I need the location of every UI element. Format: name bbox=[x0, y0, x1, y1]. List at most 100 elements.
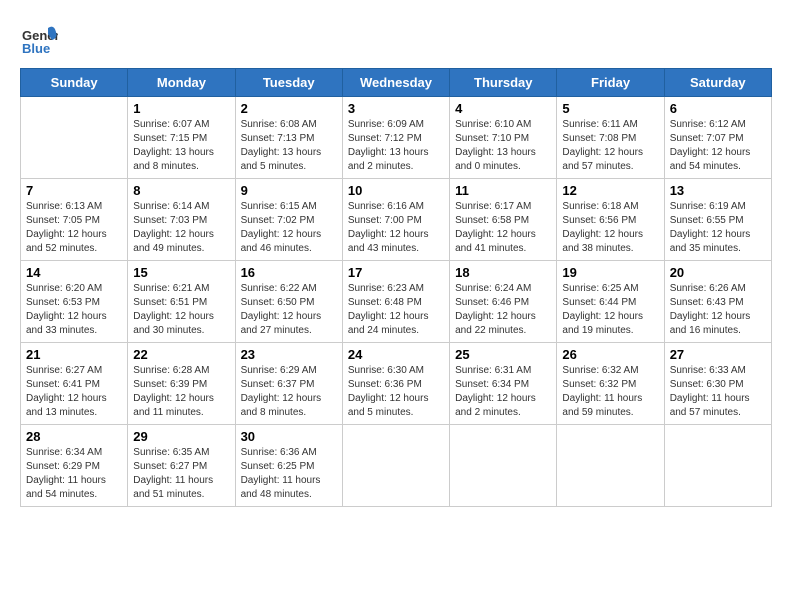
day-number: 11 bbox=[455, 183, 551, 198]
logo: General Blue bbox=[20, 20, 58, 58]
day-cell: 11 Sunrise: 6:17 AM Sunset: 6:58 PM Dayli… bbox=[450, 179, 557, 261]
day-cell: 15Sunrise: 6:21 AM Sunset: 6:51 PM Dayli… bbox=[128, 261, 235, 343]
day-info: Sunrise: 6:18 AM Sunset: 6:56 PM Dayligh… bbox=[562, 200, 658, 256]
day-info: Sunrise: 6:12 AM Sunset: 7:07 PM Dayligh… bbox=[670, 118, 766, 174]
day-number: 5 bbox=[562, 101, 658, 116]
day-number: 18 bbox=[455, 265, 551, 280]
day-cell: 10 Sunrise: 6:16 AM Sunset: 7:00 PM Dayli… bbox=[342, 179, 449, 261]
day-cell: 19 Sunrise: 6:25 AM Sunset: 6:44 PM Dayli… bbox=[557, 261, 664, 343]
day-cell: 9 Sunrise: 6:15 AM Sunset: 7:02 PM Daylig… bbox=[235, 179, 342, 261]
day-number: 24 bbox=[348, 347, 444, 362]
day-cell: 1 Sunrise: 6:07 AM Sunset: 7:15 PM Daylig… bbox=[128, 97, 235, 179]
day-number: 10 bbox=[348, 183, 444, 198]
day-info: Sunrise: 6:20 AM Sunset: 6:53 PM Dayligh… bbox=[26, 282, 122, 338]
day-number: 28 bbox=[26, 429, 122, 444]
day-info: Sunrise: 6:26 AM Sunset: 6:43 PM Dayligh… bbox=[670, 282, 766, 338]
weekday-header-monday: Monday bbox=[128, 69, 235, 97]
day-number: 22 bbox=[133, 347, 229, 362]
day-number: 29 bbox=[133, 429, 229, 444]
day-cell: 27 Sunrise: 6:33 AM Sunset: 6:30 PM Dayli… bbox=[664, 343, 771, 425]
day-info: Sunrise: 6:29 AM Sunset: 6:37 PM Dayligh… bbox=[241, 364, 337, 420]
day-cell: 17 Sunrise: 6:23 AM Sunset: 6:48 PM Dayli… bbox=[342, 261, 449, 343]
day-info: Sunrise: 6:10 AM Sunset: 7:10 PM Dayligh… bbox=[455, 118, 551, 174]
day-number: 21 bbox=[26, 347, 122, 362]
page-header: General Blue bbox=[20, 20, 772, 58]
week-row-4: 21 Sunrise: 6:27 AM Sunset: 6:41 PM Dayli… bbox=[21, 343, 772, 425]
day-cell: 13Sunrise: 6:19 AM Sunset: 6:55 PM Dayli… bbox=[664, 179, 771, 261]
day-info: Sunrise: 6:28 AM Sunset: 6:39 PM Dayligh… bbox=[133, 364, 229, 420]
day-number: 4 bbox=[455, 101, 551, 116]
day-cell: 26 Sunrise: 6:32 AM Sunset: 6:32 PM Dayli… bbox=[557, 343, 664, 425]
day-number: 19 bbox=[562, 265, 658, 280]
day-info: Sunrise: 6:30 AM Sunset: 6:36 PM Dayligh… bbox=[348, 364, 444, 420]
day-info: Sunrise: 6:21 AM Sunset: 6:51 PM Dayligh… bbox=[133, 282, 229, 338]
day-number: 27 bbox=[670, 347, 766, 362]
day-number: 23 bbox=[241, 347, 337, 362]
day-number: 14 bbox=[26, 265, 122, 280]
day-cell: 8 Sunrise: 6:14 AM Sunset: 7:03 PM Daylig… bbox=[128, 179, 235, 261]
day-number: 20 bbox=[670, 265, 766, 280]
day-info: Sunrise: 6:15 AM Sunset: 7:02 PM Dayligh… bbox=[241, 200, 337, 256]
day-info: Sunrise: 6:24 AM Sunset: 6:46 PM Dayligh… bbox=[455, 282, 551, 338]
weekday-header-row: SundayMondayTuesdayWednesdayThursdayFrid… bbox=[21, 69, 772, 97]
day-info: Sunrise: 6:23 AM Sunset: 6:48 PM Dayligh… bbox=[348, 282, 444, 338]
weekday-header-saturday: Saturday bbox=[664, 69, 771, 97]
weekday-header-wednesday: Wednesday bbox=[342, 69, 449, 97]
week-row-2: 7 Sunrise: 6:13 AM Sunset: 7:05 PM Daylig… bbox=[21, 179, 772, 261]
day-info: Sunrise: 6:17 AM Sunset: 6:58 PM Dayligh… bbox=[455, 200, 551, 256]
day-cell: 7 Sunrise: 6:13 AM Sunset: 7:05 PM Daylig… bbox=[21, 179, 128, 261]
day-info: Sunrise: 6:35 AM Sunset: 6:27 PM Dayligh… bbox=[133, 446, 229, 502]
day-info: Sunrise: 6:19 AM Sunset: 6:55 PM Dayligh… bbox=[670, 200, 766, 256]
day-info: Sunrise: 6:25 AM Sunset: 6:44 PM Dayligh… bbox=[562, 282, 658, 338]
day-cell: 30 Sunrise: 6:36 AM Sunset: 6:25 PM Dayli… bbox=[235, 425, 342, 507]
day-number: 6 bbox=[670, 101, 766, 116]
day-info: Sunrise: 6:32 AM Sunset: 6:32 PM Dayligh… bbox=[562, 364, 658, 420]
day-info: Sunrise: 6:08 AM Sunset: 7:13 PM Dayligh… bbox=[241, 118, 337, 174]
week-row-5: 28 Sunrise: 6:34 AM Sunset: 6:29 PM Dayli… bbox=[21, 425, 772, 507]
day-number: 2 bbox=[241, 101, 337, 116]
day-cell: 6 Sunrise: 6:12 AM Sunset: 7:07 PM Daylig… bbox=[664, 97, 771, 179]
day-cell: 29 Sunrise: 6:35 AM Sunset: 6:27 PM Dayli… bbox=[128, 425, 235, 507]
weekday-header-tuesday: Tuesday bbox=[235, 69, 342, 97]
day-info: Sunrise: 6:11 AM Sunset: 7:08 PM Dayligh… bbox=[562, 118, 658, 174]
week-row-3: 14 Sunrise: 6:20 AM Sunset: 6:53 PM Dayli… bbox=[21, 261, 772, 343]
svg-text:Blue: Blue bbox=[22, 41, 50, 56]
day-cell: 16 Sunrise: 6:22 AM Sunset: 6:50 PM Dayli… bbox=[235, 261, 342, 343]
day-number: 8 bbox=[133, 183, 229, 198]
day-cell: 21 Sunrise: 6:27 AM Sunset: 6:41 PM Dayli… bbox=[21, 343, 128, 425]
day-number: 16 bbox=[241, 265, 337, 280]
day-number: 25 bbox=[455, 347, 551, 362]
day-info: Sunrise: 6:36 AM Sunset: 6:25 PM Dayligh… bbox=[241, 446, 337, 502]
week-row-1: 1 Sunrise: 6:07 AM Sunset: 7:15 PM Daylig… bbox=[21, 97, 772, 179]
day-info: Sunrise: 6:14 AM Sunset: 7:03 PM Dayligh… bbox=[133, 200, 229, 256]
day-cell: 18 Sunrise: 6:24 AM Sunset: 6:46 PM Dayli… bbox=[450, 261, 557, 343]
day-info: Sunrise: 6:07 AM Sunset: 7:15 PM Dayligh… bbox=[133, 118, 229, 174]
day-number: 1 bbox=[133, 101, 229, 116]
day-info: Sunrise: 6:09 AM Sunset: 7:12 PM Dayligh… bbox=[348, 118, 444, 174]
day-cell bbox=[450, 425, 557, 507]
day-cell: 23 Sunrise: 6:29 AM Sunset: 6:37 PM Dayli… bbox=[235, 343, 342, 425]
day-number: 17 bbox=[348, 265, 444, 280]
calendar-table: SundayMondayTuesdayWednesdayThursdayFrid… bbox=[20, 68, 772, 507]
day-number: 26 bbox=[562, 347, 658, 362]
day-info: Sunrise: 6:27 AM Sunset: 6:41 PM Dayligh… bbox=[26, 364, 122, 420]
logo-icon: General Blue bbox=[20, 20, 58, 58]
day-info: Sunrise: 6:31 AM Sunset: 6:34 PM Dayligh… bbox=[455, 364, 551, 420]
day-cell: 2 Sunrise: 6:08 AM Sunset: 7:13 PM Daylig… bbox=[235, 97, 342, 179]
day-cell: 14 Sunrise: 6:20 AM Sunset: 6:53 PM Dayli… bbox=[21, 261, 128, 343]
weekday-header-sunday: Sunday bbox=[21, 69, 128, 97]
day-info: Sunrise: 6:33 AM Sunset: 6:30 PM Dayligh… bbox=[670, 364, 766, 420]
day-number: 12 bbox=[562, 183, 658, 198]
day-number: 30 bbox=[241, 429, 337, 444]
day-cell: 5 Sunrise: 6:11 AM Sunset: 7:08 PM Daylig… bbox=[557, 97, 664, 179]
day-number: 7 bbox=[26, 183, 122, 198]
day-number: 9 bbox=[241, 183, 337, 198]
day-info: Sunrise: 6:34 AM Sunset: 6:29 PM Dayligh… bbox=[26, 446, 122, 502]
day-cell: 20 Sunrise: 6:26 AM Sunset: 6:43 PM Dayli… bbox=[664, 261, 771, 343]
day-info: Sunrise: 6:13 AM Sunset: 7:05 PM Dayligh… bbox=[26, 200, 122, 256]
day-number: 3 bbox=[348, 101, 444, 116]
weekday-header-thursday: Thursday bbox=[450, 69, 557, 97]
day-info: Sunrise: 6:16 AM Sunset: 7:00 PM Dayligh… bbox=[348, 200, 444, 256]
day-cell: 25 Sunrise: 6:31 AM Sunset: 6:34 PM Dayli… bbox=[450, 343, 557, 425]
day-info: Sunrise: 6:22 AM Sunset: 6:50 PM Dayligh… bbox=[241, 282, 337, 338]
